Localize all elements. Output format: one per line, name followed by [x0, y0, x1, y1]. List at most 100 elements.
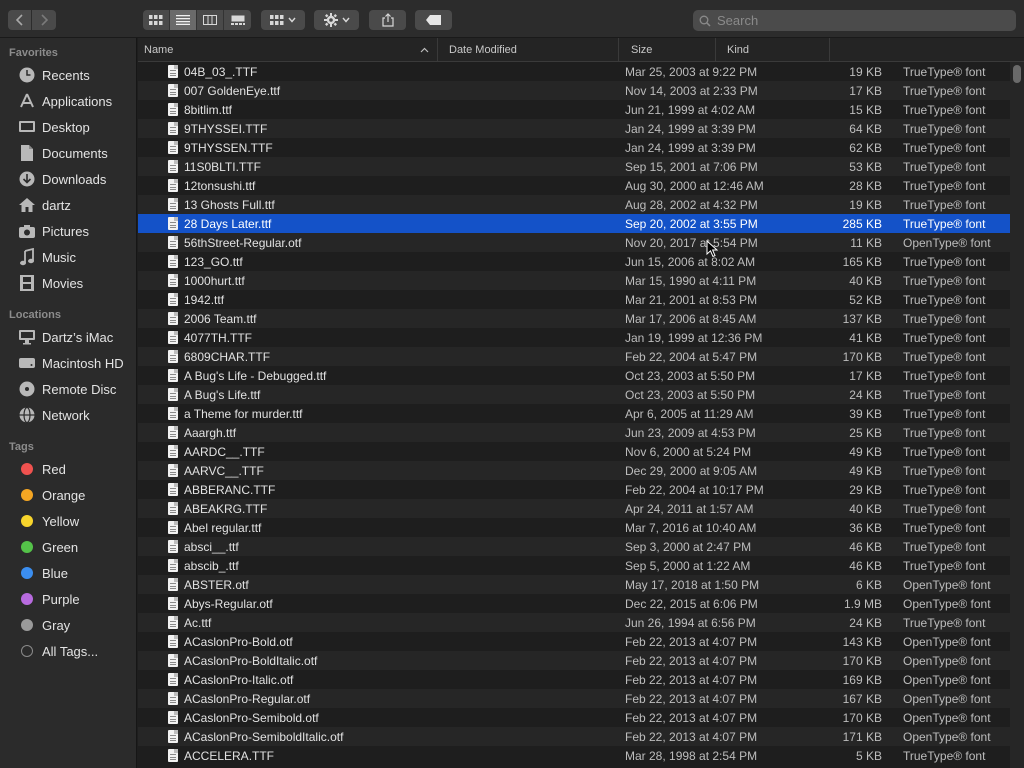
- table-row[interactable]: ABEAKRG.TTF Apr 24, 2011 at 1:57 AM 40 KB T…: [138, 499, 1024, 518]
- table-row[interactable]: 9THYSSEN.TTF Jan 24, 1999 at 3:39 PM 62 KB…: [138, 138, 1024, 157]
- sidebar-item-label: Gray: [42, 617, 71, 633]
- sidebar-item-label: Network: [42, 407, 90, 423]
- sidebar-item-dartz-imac[interactable]: Dartz’s iMac: [0, 324, 137, 350]
- file-size: 17 KB: [849, 84, 882, 98]
- sidebar-item-desktop[interactable]: Desktop: [0, 114, 137, 140]
- sidebar-tag-yellow[interactable]: Yellow: [0, 508, 137, 534]
- table-row[interactable]: Abel regular.ttf Mar 7, 2016 at 10:40 AM 3…: [138, 518, 1024, 537]
- sidebar-item-pictures[interactable]: Pictures: [0, 218, 137, 244]
- table-row[interactable]: Abys-Regular.otf Dec 22, 2015 at 6:06 PM 1…: [138, 594, 1024, 613]
- table-row[interactable]: 13 Ghosts Full.ttf Aug 28, 2002 at 4:32 P…: [138, 195, 1024, 214]
- sidebar-item-label: Orange: [42, 487, 86, 503]
- group-by-button[interactable]: [261, 10, 305, 30]
- table-row[interactable]: A Bug's Life.ttf Oct 23, 2003 at 5:50 PM 2…: [138, 385, 1024, 404]
- table-row[interactable]: AARDC__.TTF Nov 6, 2000 at 5:24 PM 49 KB Tr…: [138, 442, 1024, 461]
- sidebar-item-label: Downloads: [42, 171, 107, 187]
- scrollbar-thumb[interactable]: [1013, 65, 1021, 83]
- icon-view-button[interactable]: [143, 10, 170, 30]
- table-row[interactable]: 6809CHAR.TTF Feb 22, 2004 at 5:47 PM 170 K…: [138, 347, 1024, 366]
- sidebar-item-downloads[interactable]: Downloads: [0, 166, 137, 192]
- table-row[interactable]: Ac.ttf Jun 26, 1994 at 6:56 PM 24 KB TrueTy…: [138, 613, 1024, 632]
- file-size: 171 KB: [842, 730, 882, 744]
- table-row[interactable]: 11S0BLTI.TTF Sep 15, 2001 at 7:06 PM 53 KB…: [138, 157, 1024, 176]
- table-row[interactable]: 123_GO.ttf Jun 15, 2006 at 8:02 AM 165 KB T…: [138, 252, 1024, 271]
- sidebar-item-dartz[interactable]: dartz: [0, 192, 137, 218]
- table-row[interactable]: 2006 Team.ttf Mar 17, 2006 at 8:45 AM 137 …: [138, 309, 1024, 328]
- file-date-modified: Dec 22, 2015 at 6:06 PM: [625, 597, 758, 611]
- table-row[interactable]: Aaargh.ttf Jun 23, 2009 at 4:53 PM 25 KB Tr…: [138, 423, 1024, 442]
- back-button[interactable]: [8, 10, 32, 30]
- table-row[interactable]: ACCELERA.TTF Mar 28, 1998 at 2:54 PM 5 KB T…: [138, 746, 1024, 765]
- file-size: 170 KB: [842, 350, 882, 364]
- table-row[interactable]: ABBERANC.TTF Feb 22, 2004 at 10:17 PM 29 K…: [138, 480, 1024, 499]
- table-row[interactable]: 4077TH.TTF Jan 19, 1999 at 12:36 PM 41 KB T…: [138, 328, 1024, 347]
- table-row[interactable]: abscib_.ttf Sep 5, 2000 at 1:22 AM 46 KB Tr…: [138, 556, 1024, 575]
- sidebar-tag-gray[interactable]: Gray: [0, 612, 137, 638]
- vertical-scrollbar[interactable]: [1010, 62, 1024, 768]
- forward-button[interactable]: [32, 10, 56, 30]
- file-kind: TrueType® font: [903, 160, 986, 174]
- table-row[interactable]: absci__.ttf Sep 3, 2000 at 2:47 PM 46 KB Tr…: [138, 537, 1024, 556]
- chevron-left-icon: [15, 14, 23, 26]
- table-row[interactable]: 1942.ttf Mar 21, 2001 at 8:53 PM 52 KB True…: [138, 290, 1024, 309]
- list-view-button[interactable]: [170, 10, 197, 30]
- table-row[interactable]: 007 GoldenEye.ttf Nov 14, 2003 at 2:33 PM…: [138, 81, 1024, 100]
- edit-tags-button[interactable]: [415, 10, 452, 30]
- table-row[interactable]: 04B_03_.TTF Mar 25, 2003 at 9:22 PM 19 KB T…: [138, 62, 1024, 81]
- table-row[interactable]: 8bitlim.ttf Jun 21, 1999 at 4:02 AM 15 KB T…: [138, 100, 1024, 119]
- table-row[interactable]: a Theme for murder.ttf Apr 6, 2005 at 11:…: [138, 404, 1024, 423]
- sidebar-tag-green[interactable]: Green: [0, 534, 137, 560]
- column-view-button[interactable]: [197, 10, 224, 30]
- action-button[interactable]: [314, 10, 359, 30]
- column-header-label: Date Modified: [449, 44, 517, 56]
- sidebar-tag-red[interactable]: Red: [0, 456, 137, 482]
- table-row[interactable]: AARVC__.TTF Dec 29, 2000 at 9:05 AM 49 KB T…: [138, 461, 1024, 480]
- sidebar-item-movies[interactable]: Movies: [0, 270, 137, 296]
- file-size: 36 KB: [849, 521, 882, 535]
- column-header-size[interactable]: Size: [619, 38, 716, 62]
- table-row[interactable]: ACaslonPro-Semibold.otf Feb 22, 2013 at 4…: [138, 708, 1024, 727]
- table-row[interactable]: 56thStreet-Regular.otf Nov 20, 2017 at 5:…: [138, 233, 1024, 252]
- sidebar-item-applications[interactable]: Applications: [0, 88, 137, 114]
- sidebar-item-recents[interactable]: Recents: [0, 62, 137, 88]
- column-header-date-modified[interactable]: Date Modified: [438, 38, 619, 62]
- sidebar-tag-all-tags[interactable]: All Tags...: [0, 638, 137, 664]
- file-size: 49 KB: [849, 464, 882, 478]
- sidebar-tag-blue[interactable]: Blue: [0, 560, 137, 586]
- sidebar-tag-orange[interactable]: Orange: [0, 482, 137, 508]
- table-row[interactable]: A Bug's Life - Debugged.ttf Oct 23, 2003 …: [138, 366, 1024, 385]
- table-row[interactable]: ACaslonPro-Italic.otf Feb 22, 2013 at 4:0…: [138, 670, 1024, 689]
- file-kind: TrueType® font: [903, 540, 986, 554]
- file-size: 19 KB: [849, 198, 882, 212]
- font-file-icon: [168, 502, 178, 515]
- sidebar-item-label: dartz: [42, 197, 71, 213]
- sort-ascending-icon: [420, 47, 429, 53]
- file-date-modified: Feb 22, 2004 at 5:47 PM: [625, 350, 758, 364]
- sidebar-item-network[interactable]: Network: [0, 402, 137, 428]
- file-name: ABSTER.otf: [184, 578, 249, 592]
- table-row[interactable]: 28 Days Later.ttf Sep 20, 2002 at 3:55 PM…: [138, 214, 1024, 233]
- gallery-view-button[interactable]: [224, 10, 251, 30]
- sidebar-item-remote-disc[interactable]: Remote Disc: [0, 376, 137, 402]
- sidebar-tag-purple[interactable]: Purple: [0, 586, 137, 612]
- table-row[interactable]: ACaslonPro-SemiboldItalic.otf Feb 22, 201…: [138, 727, 1024, 746]
- column-header-kind[interactable]: Kind: [716, 38, 830, 62]
- sidebar-item-music[interactable]: Music: [0, 244, 137, 270]
- column-header-name[interactable]: Name: [138, 38, 438, 62]
- sidebar-item-documents[interactable]: Documents: [0, 140, 137, 166]
- table-row[interactable]: ACaslonPro-Regular.otf Feb 22, 2013 at 4:…: [138, 689, 1024, 708]
- search-field[interactable]: Search: [693, 10, 1016, 31]
- share-button[interactable]: [369, 10, 406, 30]
- globe-icon: [17, 406, 37, 424]
- table-row[interactable]: ACaslonPro-Bold.otf Feb 22, 2013 at 4:07 …: [138, 632, 1024, 651]
- sidebar-item-macintosh-hd[interactable]: Macintosh HD: [0, 350, 137, 376]
- table-row[interactable]: 12tonsushi.ttf Aug 30, 2000 at 12:46 AM 28…: [138, 176, 1024, 195]
- table-row[interactable]: 1000hurt.ttf Mar 15, 1990 at 4:11 PM 40 KB…: [138, 271, 1024, 290]
- table-row[interactable]: ACaslonPro-BoldItalic.otf Feb 22, 2013 at…: [138, 651, 1024, 670]
- file-kind: OpenType® font: [903, 673, 991, 687]
- file-size: 170 KB: [842, 711, 882, 725]
- file-size: 137 KB: [842, 312, 882, 326]
- table-row[interactable]: 9THYSSEI.TTF Jan 24, 1999 at 3:39 PM 64 KB…: [138, 119, 1024, 138]
- file-name: AARVC__.TTF: [184, 464, 264, 478]
- table-row[interactable]: ABSTER.otf May 17, 2018 at 1:50 PM 6 KB Ope…: [138, 575, 1024, 594]
